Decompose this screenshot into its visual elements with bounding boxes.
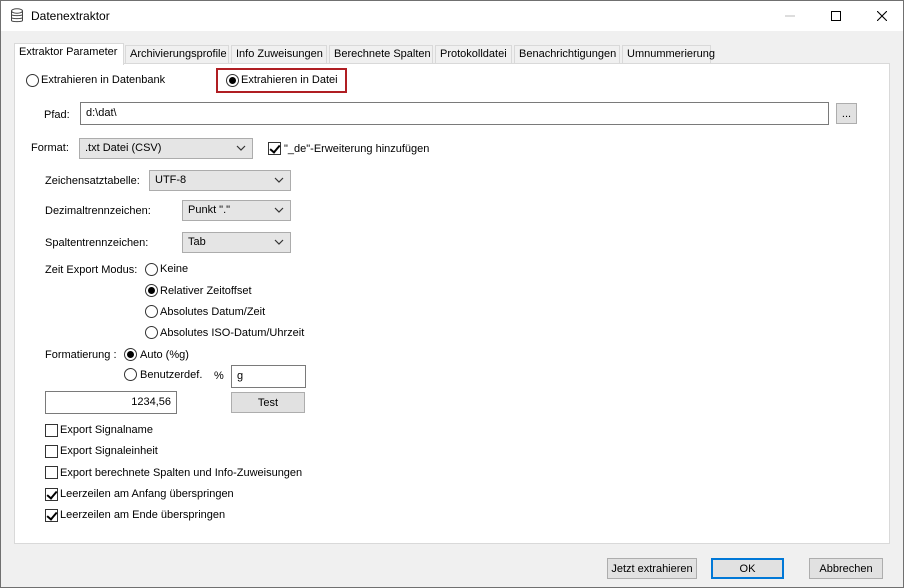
test-button[interactable]: Test (231, 392, 305, 413)
checkbox-de-extension[interactable] (268, 142, 281, 155)
radio-format-custom-label: Benutzerdef. (140, 369, 203, 381)
minimize-icon (785, 15, 795, 17)
decimal-label: Dezimaltrennzeichen: (45, 205, 151, 217)
checkbox-de-extension-label: "_de"-Erweiterung hinzufügen (284, 143, 430, 155)
decimal-select-value: Punkt "." (188, 204, 231, 216)
tab-info-zuweisungen[interactable]: Info Zuweisungen (231, 45, 327, 64)
path-input[interactable]: d:\dat\ (80, 102, 829, 125)
close-icon (877, 11, 887, 21)
radio-extract-database[interactable] (26, 74, 39, 87)
tab-archivierungsprofile[interactable]: Archivierungsprofile (125, 45, 229, 64)
cancel-button[interactable]: Abbrechen (809, 558, 883, 579)
checkbox-export-calculated-columns[interactable] (45, 466, 58, 479)
radio-extract-database-label: Extrahieren in Datenbank (41, 74, 166, 86)
charset-select[interactable]: UTF-8 (149, 170, 291, 191)
tab-protokolldatei[interactable]: Protokolldatei (435, 45, 512, 64)
radio-time-iso[interactable] (145, 326, 158, 339)
format-select-value: .txt Datei (CSV) (85, 142, 162, 154)
tab-umnummerierung[interactable]: Umnummerierung (622, 45, 715, 64)
path-label: Pfad: (44, 109, 70, 121)
title-bar[interactable]: Datenextraktor (1, 1, 903, 31)
chevron-down-icon (274, 207, 284, 213)
tab-benachrichtigungen[interactable]: Benachrichtigungen (514, 45, 620, 64)
chevron-down-icon (236, 145, 246, 151)
checkbox-skip-trailing-empty-label: Leerzeilen am Ende überspringen (60, 509, 226, 521)
tab-berechnete-spalten[interactable]: Berechnete Spalten (329, 45, 433, 64)
tab-extraktor-parameter[interactable]: Extraktor Parameter (14, 43, 124, 65)
time-mode-label: Zeit Export Modus: (45, 264, 138, 276)
checkbox-export-signalname-label: Export Signalname (60, 424, 153, 436)
radio-time-relative-label: Relativer Zeitoffset (160, 285, 252, 297)
checkbox-skip-leading-empty-label: Leerzeilen am Anfang überspringen (60, 488, 234, 500)
radio-time-absolute-label: Absolutes Datum/Zeit (160, 306, 266, 318)
decimal-select[interactable]: Punkt "." (182, 200, 291, 221)
checkbox-skip-leading-empty[interactable] (45, 488, 58, 501)
format-label: Format: (31, 142, 69, 154)
formatting-label: Formatierung : (45, 349, 117, 361)
browse-button[interactable]: ... (836, 103, 857, 124)
checkbox-export-signaleinheit[interactable] (45, 445, 58, 458)
radio-time-iso-label: Absolutes ISO-Datum/Uhrzeit (160, 327, 305, 339)
charset-label: Zeichensatztabelle: (45, 175, 140, 187)
checkbox-export-signalname[interactable] (45, 424, 58, 437)
radio-time-relative[interactable] (145, 284, 158, 297)
column-separator-label: Spaltentrennzeichen: (45, 237, 149, 249)
window-title: Datenextraktor (31, 9, 110, 23)
datenextraktor-window: Datenextraktor Extraktor Parameter Archi… (0, 0, 904, 588)
chevron-down-icon (274, 177, 284, 183)
column-separator-select[interactable]: Tab (182, 232, 291, 253)
charset-select-value: UTF-8 (155, 174, 187, 186)
checkbox-export-signaleinheit-label: Export Signaleinheit (60, 445, 158, 457)
checkbox-skip-trailing-empty[interactable] (45, 509, 58, 522)
radio-format-auto[interactable] (124, 348, 137, 361)
minimize-button[interactable] (767, 1, 813, 31)
radio-format-custom[interactable] (124, 368, 137, 381)
radio-time-none[interactable] (145, 263, 158, 276)
extract-now-button[interactable]: Jetzt extrahieren (607, 558, 697, 579)
radio-time-none-label: Keine (160, 263, 189, 275)
format-select[interactable]: .txt Datei (CSV) (79, 138, 253, 159)
ok-button[interactable]: OK (711, 558, 784, 579)
maximize-icon (831, 11, 841, 21)
maximize-button[interactable] (813, 1, 859, 31)
format-preview-field: 1234,56 (45, 391, 177, 414)
custom-format-input[interactable]: g (231, 365, 306, 388)
close-button[interactable] (859, 1, 904, 31)
radio-extract-file[interactable] (226, 74, 239, 87)
percent-label: % (214, 370, 224, 382)
column-separator-select-value: Tab (188, 236, 206, 248)
radio-time-absolute[interactable] (145, 305, 158, 318)
database-icon (11, 8, 23, 23)
checkbox-export-calculated-columns-label: Export berechnete Spalten und Info-Zuwei… (60, 467, 303, 479)
radio-extract-file-label: Extrahieren in Datei (241, 74, 338, 86)
chevron-down-icon (274, 239, 284, 245)
radio-format-auto-label: Auto (%g) (140, 349, 189, 361)
